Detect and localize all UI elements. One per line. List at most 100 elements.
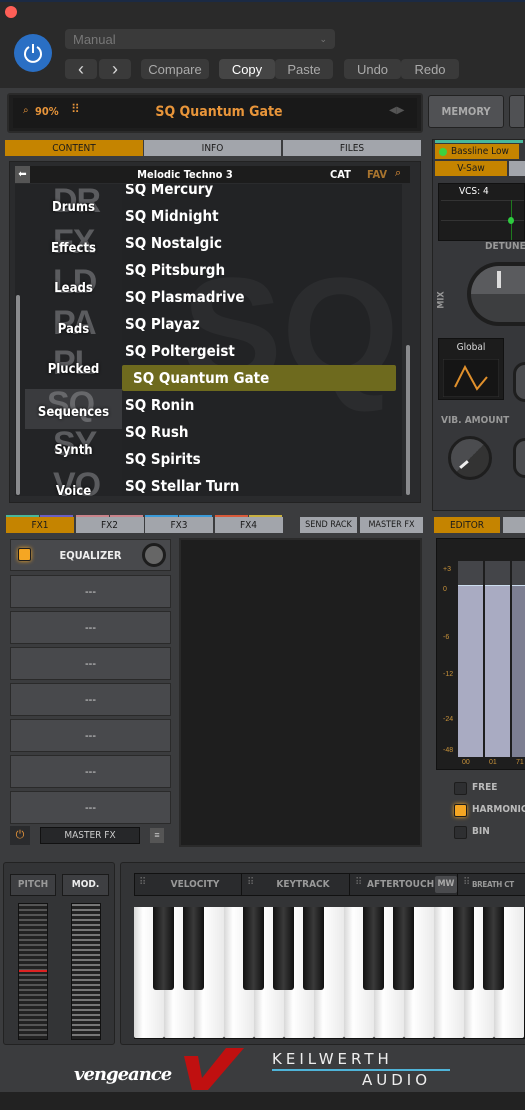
black-key[interactable] — [453, 907, 474, 990]
tab-content[interactable]: CONTENT — [5, 140, 143, 156]
category-item[interactable]: FX Effects — [25, 223, 122, 267]
tab-fx2[interactable]: FX2 — [75, 517, 144, 533]
copy-button[interactable]: Copy — [219, 59, 275, 79]
fx-menu-icon[interactable]: ≡ — [150, 828, 164, 843]
master-fx-tab[interactable]: MASTER FX — [360, 517, 423, 533]
preset-arrows-icon[interactable]: ◀▶ — [389, 105, 404, 116]
preset-item[interactable]: SQ Ronin — [125, 392, 385, 418]
drag-handle-icon[interactable]: ⠿ — [355, 877, 362, 888]
black-key[interactable] — [153, 907, 174, 990]
panel-button[interactable] — [509, 95, 525, 128]
fx-enable-led[interactable] — [18, 548, 31, 561]
category-item[interactable]: VO Voice — [25, 466, 122, 497]
preset-dropdown[interactable]: Manual ⌄ — [65, 29, 335, 49]
preset-item[interactable]: SQ Playaz — [125, 311, 385, 337]
mode-free-button[interactable] — [454, 782, 467, 795]
search-icon[interactable]: ⌕ — [395, 167, 401, 180]
tab-info[interactable]: INFO — [144, 140, 281, 156]
fx-power-button[interactable]: ⏻ — [10, 826, 30, 845]
harmonic-bar[interactable] — [485, 561, 510, 757]
tab-editor-2[interactable] — [503, 517, 525, 533]
memory-button[interactable]: MEMORY — [428, 95, 504, 128]
black-key[interactable] — [273, 907, 294, 990]
fx-slot-equalizer[interactable]: EQUALIZER — [10, 539, 171, 571]
preset-item[interactable]: SQ Midnight — [125, 203, 385, 229]
black-key[interactable] — [183, 907, 204, 990]
fav-button[interactable]: FAV — [367, 168, 387, 181]
secondary-knob[interactable] — [513, 438, 525, 478]
drag-handle-icon[interactable]: ⠿ — [247, 877, 254, 888]
vibrato-rate-knob[interactable] — [513, 362, 525, 402]
layer-selector[interactable]: Bassline Low — [435, 144, 519, 159]
preset-item[interactable]: SQ Spirits — [125, 446, 385, 472]
mod-source-3[interactable]: ⠿ BREATH CT — [459, 874, 525, 895]
tab-fx1[interactable]: FX1 — [6, 517, 74, 533]
preset-scrollbar[interactable] — [406, 345, 410, 495]
drag-handle-icon[interactable]: ⠿ — [463, 877, 470, 888]
category-item[interactable]: SY Synth — [25, 425, 122, 469]
back-arrow-icon[interactable]: ⬅ — [15, 166, 30, 183]
mod-source-1[interactable]: ⠿ KEYTRACK — [243, 874, 350, 895]
preset-item[interactable]: SQ Plasmadrive — [125, 284, 385, 310]
send-rack-tab[interactable]: SEND RACK — [300, 517, 357, 533]
tab-editor[interactable]: EDITOR — [434, 517, 500, 533]
pitch-wheel[interactable] — [18, 903, 48, 1040]
zoom-level[interactable]: 90% — [35, 105, 59, 118]
mw-button[interactable]: MW — [435, 876, 457, 893]
preset-item[interactable]: SQ Pitsburgh — [125, 257, 385, 283]
tab-fx3[interactable]: FX3 — [145, 517, 213, 533]
detune-knob[interactable] — [467, 262, 525, 326]
mode-harmonic-button[interactable] — [454, 804, 467, 817]
preset-item[interactable]: SQ Poltergeist — [125, 338, 385, 364]
black-key[interactable] — [483, 907, 504, 990]
paste-button[interactable]: Paste — [275, 59, 333, 79]
harmonic-bar[interactable] — [512, 561, 525, 757]
drag-handle-icon[interactable]: ⠿ — [139, 877, 146, 888]
category-item[interactable]: LD Leads — [25, 263, 122, 307]
mod-wheel[interactable] — [71, 903, 101, 1040]
fx-slot-empty[interactable]: --- — [10, 611, 171, 644]
preset-name[interactable]: SQ Quantum Gate — [69, 104, 369, 120]
next-button[interactable]: › — [99, 59, 131, 79]
fx-slot-empty[interactable]: --- — [10, 683, 171, 716]
fx-slot-empty[interactable]: --- — [10, 647, 171, 680]
fx-slot-empty[interactable]: --- — [10, 575, 171, 608]
cat-button[interactable]: CAT — [330, 168, 351, 181]
preset-item[interactable]: SQ Nostalgic — [125, 230, 385, 256]
fx-slot-empty[interactable]: --- — [10, 755, 171, 788]
redo-button[interactable]: Redo — [401, 59, 459, 79]
tab-fx4[interactable]: FX4 — [214, 517, 283, 533]
mode-bin-button[interactable] — [454, 826, 467, 839]
pitch-label[interactable]: PITCH — [10, 874, 56, 896]
category-item[interactable]: DR Drums — [25, 184, 122, 226]
black-key[interactable] — [363, 907, 384, 990]
black-key[interactable] — [243, 907, 264, 990]
fx-mix-knob[interactable] — [142, 543, 166, 567]
mod-source-0[interactable]: ⠿ VELOCITY — [135, 874, 242, 895]
zoom-icon[interactable]: ⌕ — [23, 105, 29, 116]
vib-amount-knob[interactable] — [448, 436, 492, 480]
mod-label[interactable]: MOD. — [62, 874, 109, 896]
tab-files[interactable]: FILES — [283, 140, 421, 156]
compare-button[interactable]: Compare — [141, 59, 209, 79]
waveform-selector[interactable]: V-Saw — [435, 161, 507, 176]
preset-item[interactable]: SQ Mercury — [125, 184, 385, 202]
prev-button[interactable]: ‹ — [65, 59, 97, 79]
fx-slot-empty[interactable]: --- — [10, 719, 171, 752]
category-item[interactable]: PL Plucked — [25, 344, 122, 388]
category-item[interactable]: SQ Sequences — [25, 385, 122, 429]
preset-item[interactable]: SQ Quantum Gate — [122, 365, 396, 391]
harmonic-bar[interactable] — [458, 561, 483, 757]
preset-item[interactable]: SQ Stellar Turn — [125, 473, 385, 496]
category-item[interactable]: PA Pads — [25, 304, 122, 348]
lfo-shape-display[interactable]: Global — [438, 338, 504, 400]
black-key[interactable] — [393, 907, 414, 990]
master-fx-button[interactable]: MASTER FX — [40, 827, 140, 844]
fx-slot-empty[interactable]: --- — [10, 791, 171, 824]
black-key[interactable] — [303, 907, 324, 990]
category-scrollbar[interactable] — [16, 295, 20, 495]
preset-item[interactable]: SQ Rush — [125, 419, 385, 445]
close-window-button[interactable] — [5, 6, 17, 18]
undo-button[interactable]: Undo — [344, 59, 401, 79]
waveform-selector-2[interactable] — [509, 161, 525, 176]
